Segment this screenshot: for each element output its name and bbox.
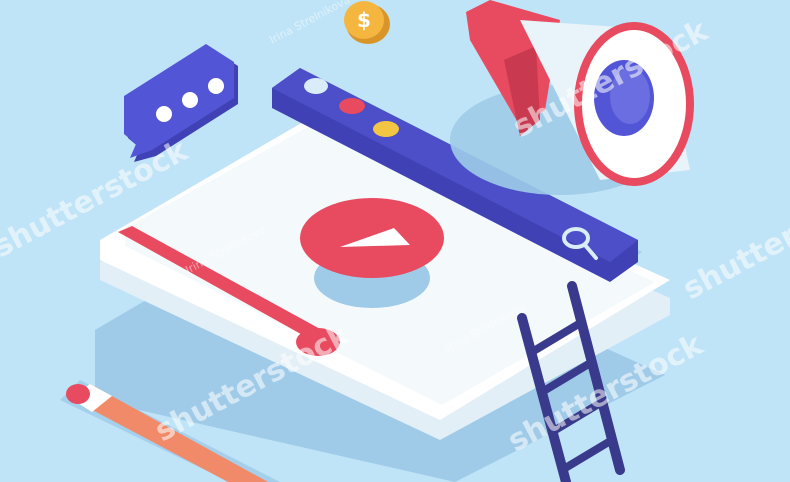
bubble-dot bbox=[208, 78, 224, 94]
illustration-stage: $ shutterstock shutterstock shutterstock… bbox=[0, 0, 790, 482]
pencil-eraser bbox=[66, 384, 90, 404]
window-dot-red[interactable] bbox=[339, 98, 365, 114]
coin-symbol: $ bbox=[357, 8, 371, 32]
bubble-dot bbox=[182, 92, 198, 108]
play-button[interactable] bbox=[300, 198, 444, 308]
bubble-dot bbox=[156, 106, 172, 122]
window-dot-gray[interactable] bbox=[304, 78, 328, 94]
window-dot-yellow[interactable] bbox=[373, 121, 399, 137]
isometric-video-illustration: $ shutterstock shutterstock shutterstock… bbox=[0, 0, 790, 482]
